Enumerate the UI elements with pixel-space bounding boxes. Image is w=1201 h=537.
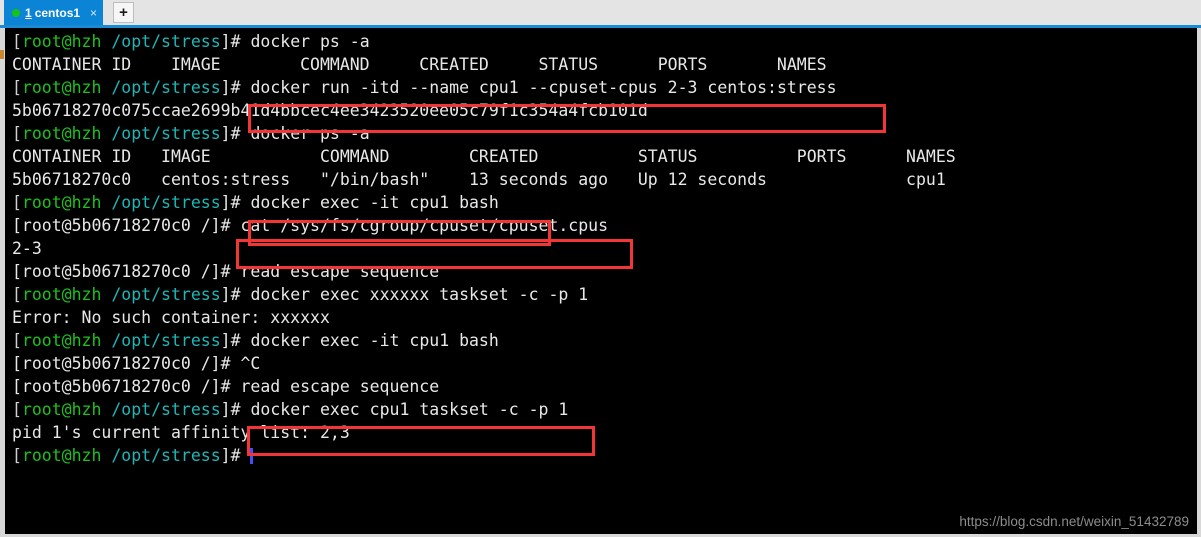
terminal-window: 1 centos1 × + [root@hzh /opt/stress]# do… — [0, 0, 1201, 537]
command-output: Error: No such container: xxxxxx — [12, 308, 330, 327]
terminal-line: [root@5b06718270c0 /]# read escape seque… — [12, 375, 956, 398]
terminal-output: [root@hzh /opt/stress]# docker ps -a CONT… — [12, 30, 956, 467]
terminal-line: [root@hzh /opt/stress]# docker exec cpu1… — [12, 398, 956, 421]
tab-status-dot-icon — [12, 8, 20, 17]
watermark: https://blog.csdn.net/weixin_51432789 — [959, 514, 1189, 529]
shell-prompt-host: [root@hzh /opt/stress]# — [12, 400, 251, 419]
terminal-line: [root@hzh /opt/stress]# docker exec xxxx… — [12, 283, 956, 306]
command-output: CONTAINER ID IMAGE COMMAND CREATED STATU… — [12, 147, 956, 166]
shell-prompt-container: [root@5b06718270c0 /]# — [12, 354, 241, 373]
terminal-line: Error: No such container: xxxxxx — [12, 306, 956, 329]
shell-prompt-host: [root@hzh /opt/stress]# — [12, 193, 251, 212]
tab-title-label: centos1 — [34, 5, 81, 20]
terminal-line: [root@hzh /opt/stress]# docker exec -it … — [12, 329, 956, 352]
terminal-line: pid 1's current affinity list: 2,3 — [12, 421, 956, 444]
terminal-line: 5b06718270c0 centos:stress "/bin/bash" 1… — [12, 168, 956, 191]
shell-command: docker exec xxxxxx taskset -c -p 1 — [250, 285, 589, 304]
terminal-line: [root@hzh /opt/stress]# docker exec -it … — [12, 191, 956, 214]
text-cursor — [250, 448, 254, 464]
shell-prompt-host: [root@hzh /opt/stress]# — [12, 78, 251, 97]
close-icon[interactable]: × — [90, 7, 97, 19]
shell-command: cat /sys/fs/cgroup/cpuset/cpuset.cpus — [240, 216, 609, 235]
terminal-line: CONTAINER ID IMAGE COMMAND CREATED STATU… — [12, 145, 956, 168]
command-output: 2-3 — [12, 239, 42, 258]
tab-index-label: 1 — [25, 5, 32, 20]
shell-prompt-host: [root@hzh /opt/stress]# — [12, 32, 251, 51]
shell-prompt-host: [root@hzh /opt/stress]# — [12, 124, 251, 143]
terminal-line: [root@hzh /opt/stress]# — [12, 444, 956, 467]
terminal-line: CONTAINER ID IMAGE COMMAND CREATED STATU… — [12, 53, 956, 76]
shell-command: docker exec -it cpu1 bash — [250, 193, 499, 212]
terminal-screen[interactable]: [root@hzh /opt/stress]# docker ps -a CONT… — [5, 28, 1197, 534]
terminal-line: [root@hzh /opt/stress]# docker ps -a — [12, 122, 956, 145]
shell-prompt-host: [root@hzh /opt/stress]# — [12, 446, 251, 465]
shell-command: docker run -itd --name cpu1 --cpuset-cpu… — [250, 78, 837, 97]
command-output: pid 1's current affinity list: 2,3 — [12, 423, 350, 442]
terminal-line: [root@hzh /opt/stress]# docker run -itd … — [12, 76, 956, 99]
command-output: 5b06718270c0 centos:stress "/bin/bash" 1… — [12, 170, 946, 189]
terminal-line: 2-3 — [12, 237, 956, 260]
shell-command: read escape sequence — [240, 377, 440, 396]
shell-command: docker ps -a — [250, 32, 370, 51]
shell-prompt-container: [root@5b06718270c0 /]# — [12, 216, 241, 235]
shell-prompt-container: [root@5b06718270c0 /]# — [12, 377, 241, 396]
terminal-line: 5b06718270c075ccae2699b41d4bbcec4ee34235… — [12, 99, 956, 122]
shell-command: read escape sequence — [240, 262, 440, 281]
terminal-line: [root@5b06718270c0 /]# cat /sys/fs/cgrou… — [12, 214, 956, 237]
shell-command: docker exec -it cpu1 bash — [250, 331, 499, 350]
shell-command: docker ps -a — [250, 124, 370, 143]
tab-bar: 1 centos1 × + — [0, 0, 1201, 25]
shell-prompt-host: [root@hzh /opt/stress]# — [12, 285, 251, 304]
terminal-line: [root@hzh /opt/stress]# docker ps -a — [12, 30, 956, 53]
shell-prompt-container: [root@5b06718270c0 /]# — [12, 262, 241, 281]
shell-command: docker exec cpu1 taskset -c -p 1 — [250, 400, 569, 419]
new-tab-button[interactable]: + — [113, 2, 134, 23]
terminal-line: [root@5b06718270c0 /]# ^C — [12, 352, 956, 375]
command-output: CONTAINER ID IMAGE COMMAND CREATED STATU… — [12, 55, 827, 74]
command-output: 5b06718270c075ccae2699b41d4bbcec4ee34235… — [12, 101, 648, 120]
terminal-line: [root@5b06718270c0 /]# read escape seque… — [12, 260, 956, 283]
shell-command: ^C — [240, 354, 261, 373]
tab-centos1[interactable]: 1 centos1 × — [4, 0, 104, 25]
terminal-frame: [root@hzh /opt/stress]# docker ps -a CONT… — [0, 28, 1201, 537]
shell-prompt-host: [root@hzh /opt/stress]# — [12, 331, 251, 350]
scrollbar-marker — [0, 50, 4, 59]
